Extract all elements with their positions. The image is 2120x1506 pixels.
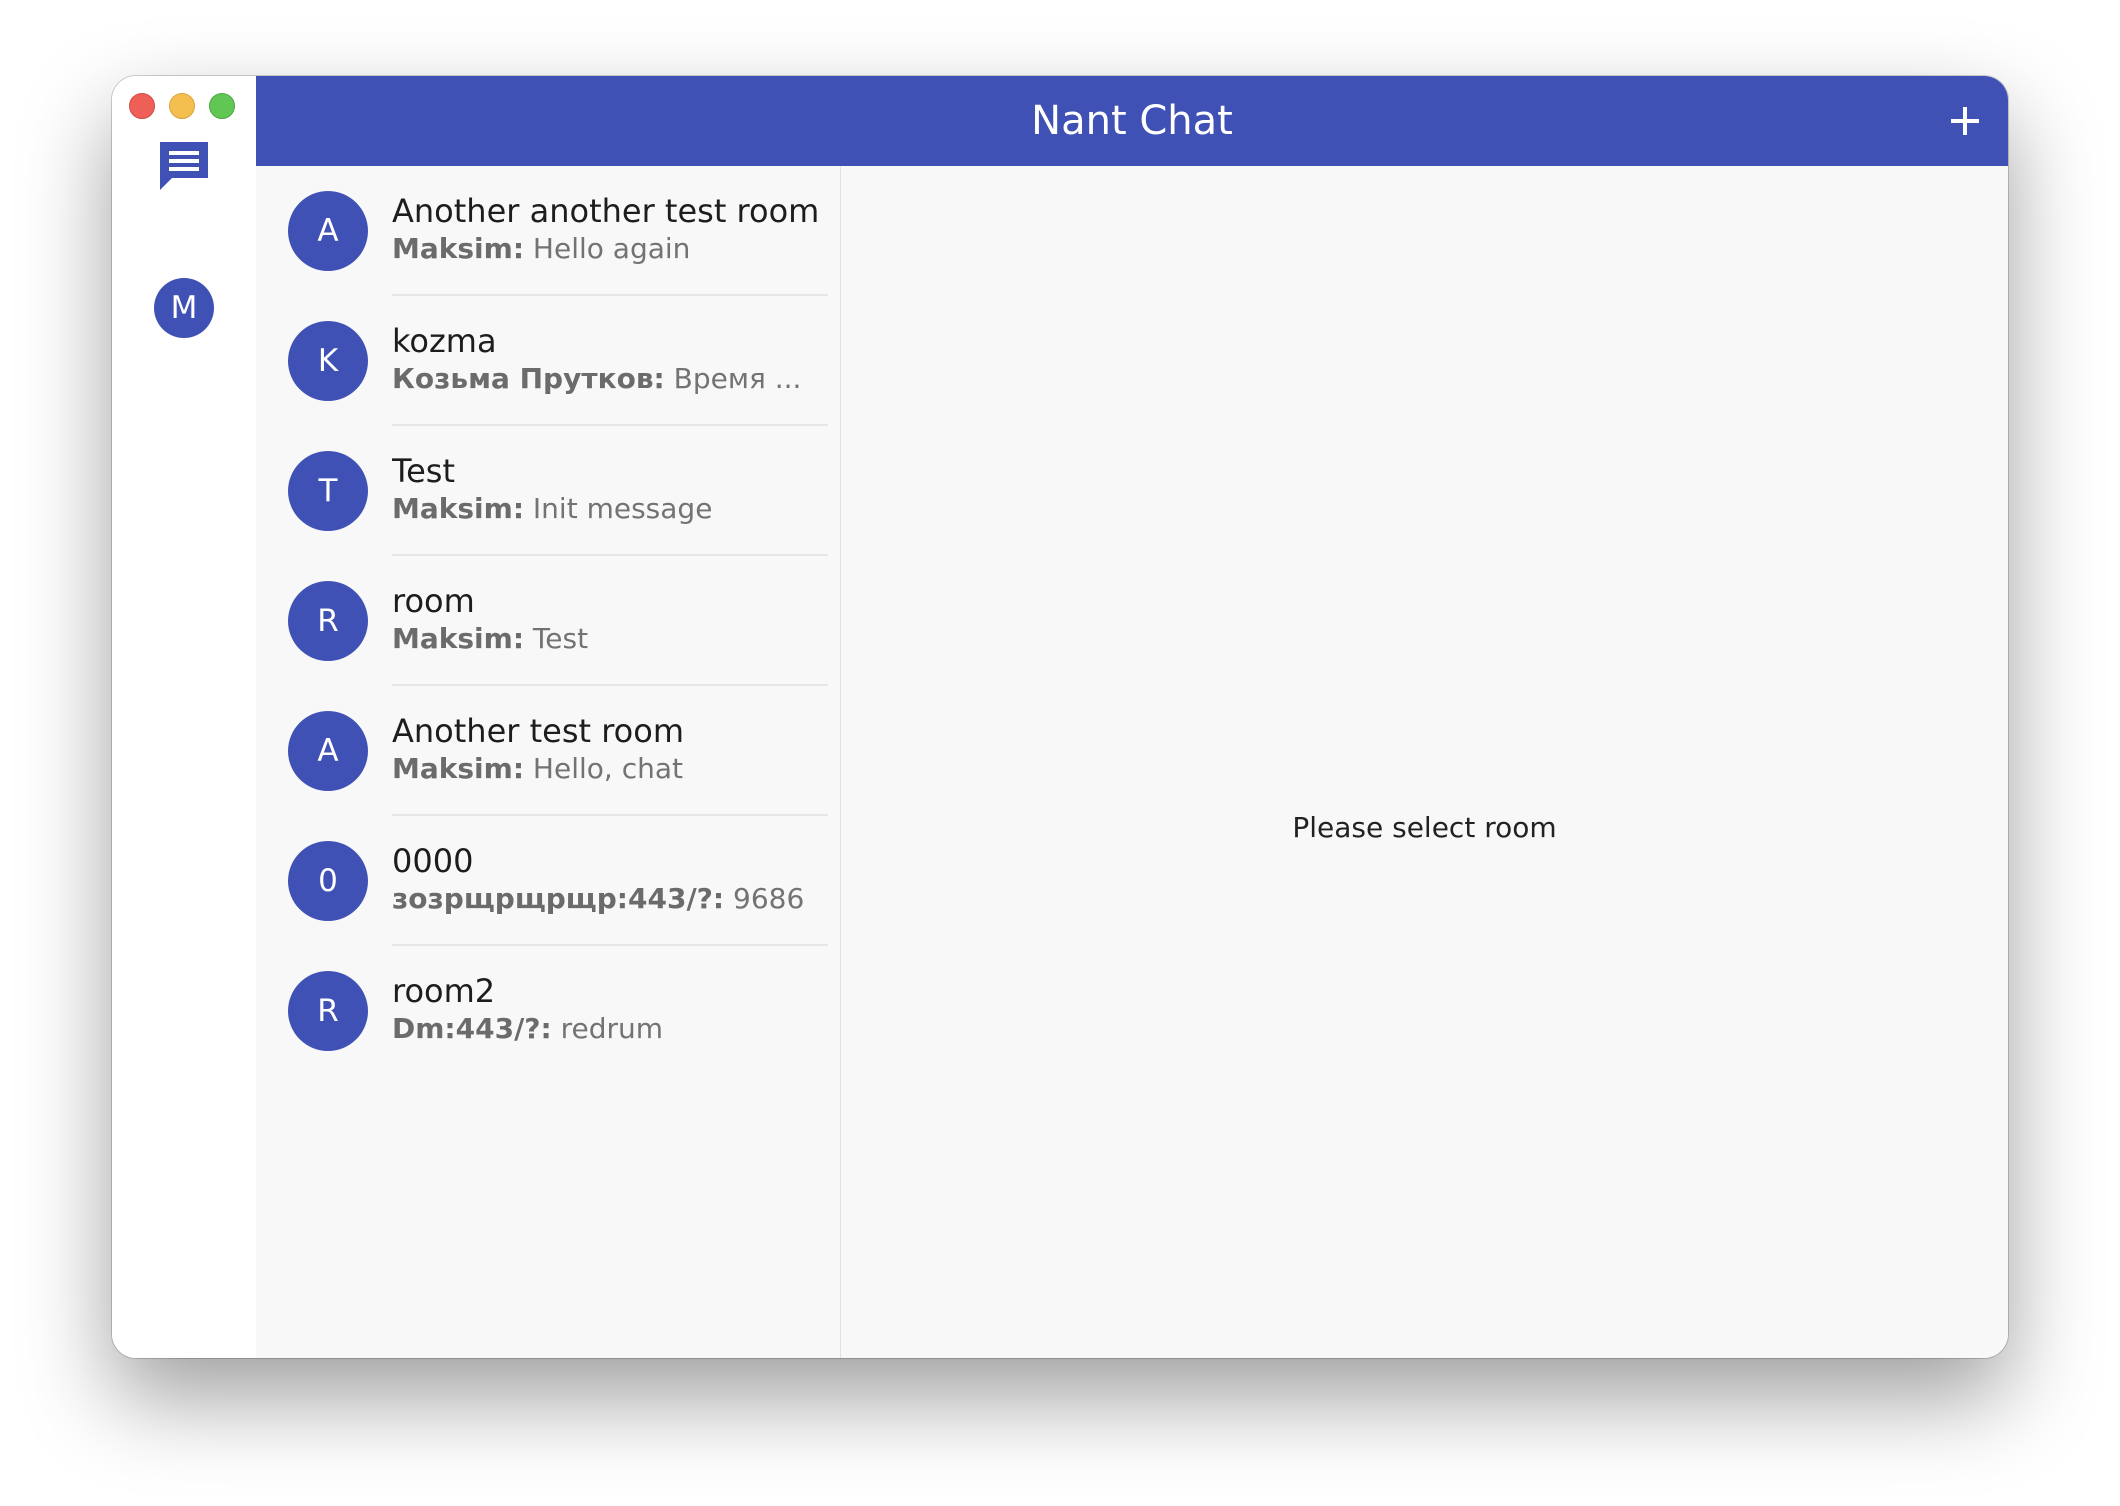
message-sender: зозрщрщрщр:443/?: [392,882,725,915]
room-last-message: Козьма Прутков: Время ... [392,362,812,395]
navigation-rail: M [112,76,256,1358]
room-last-message: зозрщрщрщр:443/?: 9686 [392,882,812,915]
room-last-message: Maksim: Init message [392,492,812,525]
message-text: Hello, chat [524,752,683,785]
user-avatar[interactable]: M [154,278,214,338]
message-text: Hello again [524,232,691,265]
room-list-item[interactable]: R room2 Dm:443/?: redrum [256,946,840,1076]
room-list-item[interactable]: 0 0000 зозрщрщрщр:443/?: 9686 [256,816,840,946]
room-list-item[interactable]: R room Maksim: Test [256,556,840,686]
message-sender: Maksim: [392,492,525,525]
room-list-item[interactable]: T Test Maksim: Init message [256,426,840,556]
zoom-window-button[interactable] [209,93,235,119]
message-sender: Dm:443/?: [392,1012,552,1045]
room-name: Test [392,452,456,490]
message-text: redrum [551,1012,664,1045]
room-last-message: Maksim: Hello, chat [392,752,812,785]
room-name: Another another test room [392,192,820,230]
minimize-window-button[interactable] [169,93,195,119]
app-header: Nant Chat [256,76,2008,166]
message-text: Время ... [664,362,802,395]
message-sender: Maksim: [392,622,525,655]
chat-bubble-icon[interactable] [156,138,212,194]
room-name: room [392,582,475,620]
room-name: 0000 [392,842,474,880]
room-name: room2 [392,972,496,1010]
app-title: Nant Chat [1031,98,1233,144]
room-last-message: Maksim: Test [392,622,812,655]
app-window: M Nant Chat A Another another test room … [112,76,2008,1358]
room-list-item[interactable]: K kozma Козьма Прутков: Время ... [256,296,840,426]
room-list-item[interactable]: A Another another test room Maksim: Hell… [256,166,840,296]
room-last-message: Dm:443/?: redrum [392,1012,812,1045]
room-last-message: Maksim: Hello again [392,232,812,265]
room-avatar: R [288,971,368,1051]
message-sender: Maksim: [392,752,525,785]
message-sender: Maksim: [392,232,525,265]
room-name: Another test room [392,712,684,750]
room-avatar: R [288,581,368,661]
room-list: A Another another test room Maksim: Hell… [256,166,841,1358]
room-avatar: 0 [288,841,368,921]
room-avatar: K [288,321,368,401]
message-sender: Козьма Прутков: [392,362,665,395]
plus-icon [1951,107,1979,135]
room-avatar: A [288,711,368,791]
add-room-button[interactable] [1940,96,1990,146]
room-name: kozma [392,322,497,360]
close-window-button[interactable] [129,93,155,119]
message-text: 9686 [724,882,805,915]
empty-state-message: Please select room [1292,811,1557,844]
message-text: Test [524,622,589,655]
room-list-item[interactable]: A Another test room Maksim: Hello, chat [256,686,840,816]
chat-pane: Please select room [841,166,2008,1358]
room-avatar: T [288,451,368,531]
message-text: Init message [524,492,713,525]
room-avatar: A [288,191,368,271]
